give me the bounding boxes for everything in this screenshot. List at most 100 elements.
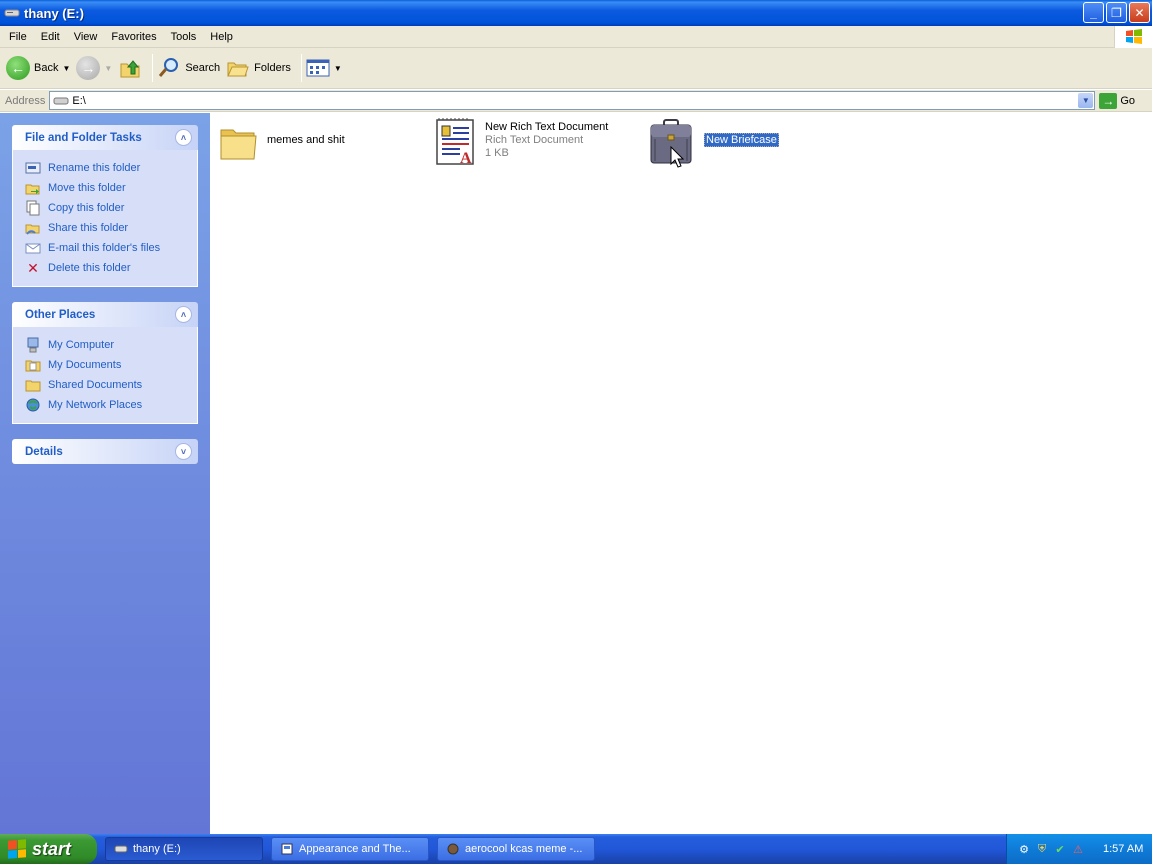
go-button[interactable]: → Go bbox=[1099, 92, 1136, 109]
svg-text:A: A bbox=[460, 150, 472, 167]
panel-header[interactable]: Other Places ˄ bbox=[12, 302, 198, 327]
forward-button[interactable]: → ▼ bbox=[76, 56, 112, 80]
menu-file[interactable]: File bbox=[2, 31, 34, 43]
panel-header[interactable]: File and Folder Tasks ˄ bbox=[12, 125, 198, 150]
restore-button[interactable]: ❐ bbox=[1106, 2, 1127, 23]
chevron-down-icon[interactable]: ▼ bbox=[1078, 93, 1094, 108]
panel-title: File and Folder Tasks bbox=[25, 131, 142, 144]
move-icon bbox=[25, 180, 41, 196]
collapse-icon[interactable]: ˄ bbox=[175, 306, 192, 323]
browser-icon bbox=[447, 843, 459, 855]
file-name-selected[interactable]: New Briefcase bbox=[704, 133, 779, 147]
task-copy-folder[interactable]: Copy this folder bbox=[25, 198, 197, 218]
task-label: Share this folder bbox=[48, 222, 129, 234]
task-email-files[interactable]: E-mail this folder's files bbox=[25, 238, 197, 258]
task-move-folder[interactable]: Move this folder bbox=[25, 178, 197, 198]
file-item-rtf[interactable]: A New Rich Text Document Rich Text Docum… bbox=[434, 117, 608, 167]
back-button[interactable]: ← Back ▼ bbox=[6, 56, 70, 80]
task-label: Appearance and The... bbox=[299, 843, 411, 855]
taskbar-item-appearance[interactable]: Appearance and The... bbox=[271, 837, 429, 861]
tray-shield-icon[interactable]: ⛨ bbox=[1035, 842, 1049, 856]
file-item-folder[interactable]: memes and shit bbox=[218, 121, 345, 163]
place-label: My Network Places bbox=[48, 399, 143, 411]
taskbar: start thany (E:) Appearance and The... a… bbox=[0, 834, 1152, 864]
file-size: 1 KB bbox=[485, 147, 509, 159]
place-shared-documents[interactable]: Shared Documents bbox=[25, 375, 197, 395]
details-panel: Details ˅ bbox=[12, 439, 198, 464]
other-places-panel: Other Places ˄ My Computer My Documents … bbox=[12, 302, 198, 424]
place-label: My Documents bbox=[48, 359, 122, 371]
file-item-briefcase[interactable]: New Briefcase bbox=[648, 117, 779, 167]
back-dropdown-icon[interactable]: ▼ bbox=[62, 64, 70, 73]
folders-button[interactable]: Folders bbox=[226, 57, 291, 79]
task-share-folder[interactable]: Share this folder bbox=[25, 218, 197, 238]
search-button[interactable]: Search bbox=[157, 56, 220, 80]
drive-icon bbox=[53, 97, 69, 104]
mouse-cursor-icon bbox=[670, 146, 684, 168]
toolbar-separator bbox=[152, 54, 154, 82]
start-button[interactable]: start bbox=[0, 834, 97, 864]
file-name: memes and shit bbox=[267, 134, 345, 146]
control-panel-icon bbox=[281, 843, 293, 855]
menu-tools[interactable]: Tools bbox=[164, 31, 204, 43]
task-delete-folder[interactable]: ✕ Delete this folder bbox=[25, 258, 197, 278]
expand-icon[interactable]: ˅ bbox=[175, 443, 192, 460]
title-bar[interactable]: thany (E:) _ ❐ ✕ bbox=[0, 0, 1152, 26]
menu-help[interactable]: Help bbox=[203, 31, 240, 43]
task-rename-folder[interactable]: Rename this folder bbox=[25, 158, 197, 178]
task-label: Copy this folder bbox=[48, 202, 125, 214]
task-label: Rename this folder bbox=[48, 162, 141, 174]
up-folder-button[interactable] bbox=[118, 56, 142, 80]
place-my-documents[interactable]: My Documents bbox=[25, 355, 197, 375]
toolbar-separator bbox=[300, 54, 302, 82]
tray-alert-icon[interactable]: ⚠ bbox=[1071, 842, 1085, 856]
go-label: Go bbox=[1120, 94, 1136, 107]
go-arrow-icon: → bbox=[1099, 92, 1118, 109]
close-button[interactable]: ✕ bbox=[1129, 2, 1150, 23]
drive-icon bbox=[114, 845, 128, 853]
menu-view[interactable]: View bbox=[67, 31, 105, 43]
window-title: thany (E:) bbox=[24, 5, 84, 21]
place-label: My Computer bbox=[48, 339, 115, 351]
copy-icon bbox=[25, 200, 41, 216]
views-icon bbox=[306, 59, 330, 77]
menu-favorites[interactable]: Favorites bbox=[104, 31, 163, 43]
panel-title: Details bbox=[25, 445, 63, 458]
email-icon bbox=[25, 240, 41, 256]
menu-bar: File Edit View Favorites Tools Help bbox=[0, 26, 1152, 48]
toolbar: ← Back ▼ → ▼ Search Folders ▼ bbox=[0, 48, 1152, 89]
windows-flag-icon bbox=[8, 839, 26, 859]
system-tray: ⚙ ⛨ ✔ ⚠ 1:57 AM bbox=[1006, 834, 1152, 864]
file-folder-tasks-panel: File and Folder Tasks ˄ Rename this fold… bbox=[12, 125, 198, 287]
taskbar-item-browser[interactable]: aerocool kcas meme -... bbox=[437, 837, 595, 861]
menu-edit[interactable]: Edit bbox=[34, 31, 67, 43]
folders-label: Folders bbox=[254, 62, 291, 74]
place-my-network[interactable]: My Network Places bbox=[25, 395, 197, 415]
views-dropdown-icon[interactable]: ▼ bbox=[334, 64, 342, 73]
panel-header[interactable]: Details ˅ bbox=[12, 439, 198, 464]
back-arrow-icon: ← bbox=[6, 56, 30, 80]
forward-dropdown-icon[interactable]: ▼ bbox=[104, 64, 112, 73]
file-list-view[interactable]: memes and shit A New Rich Text Document … bbox=[210, 113, 1152, 834]
address-input[interactable]: E:\ ▼ bbox=[49, 91, 1096, 110]
minimize-button[interactable]: _ bbox=[1083, 2, 1104, 23]
search-icon bbox=[159, 58, 179, 77]
my-documents-icon bbox=[25, 357, 41, 373]
collapse-icon[interactable]: ˄ bbox=[175, 129, 192, 146]
file-name: New Rich Text Document bbox=[485, 121, 609, 133]
place-my-computer[interactable]: My Computer bbox=[25, 335, 197, 355]
clock[interactable]: 1:57 AM bbox=[1103, 843, 1143, 855]
address-label: Address bbox=[5, 94, 46, 107]
file-type: Rich Text Document bbox=[485, 134, 584, 146]
views-button[interactable]: ▼ bbox=[306, 58, 342, 78]
address-value: E:\ bbox=[72, 94, 86, 107]
tray-network-icon[interactable]: ⚙ bbox=[1017, 842, 1031, 856]
up-folder-icon bbox=[120, 60, 140, 78]
delete-icon: ✕ bbox=[27, 259, 39, 276]
share-icon bbox=[25, 220, 41, 236]
search-label: Search bbox=[185, 62, 221, 74]
tray-security-icon[interactable]: ✔ bbox=[1053, 842, 1067, 856]
folders-icon bbox=[227, 62, 249, 77]
taskbar-item-explorer[interactable]: thany (E:) bbox=[105, 837, 263, 861]
task-label: aerocool kcas meme -... bbox=[465, 843, 583, 855]
